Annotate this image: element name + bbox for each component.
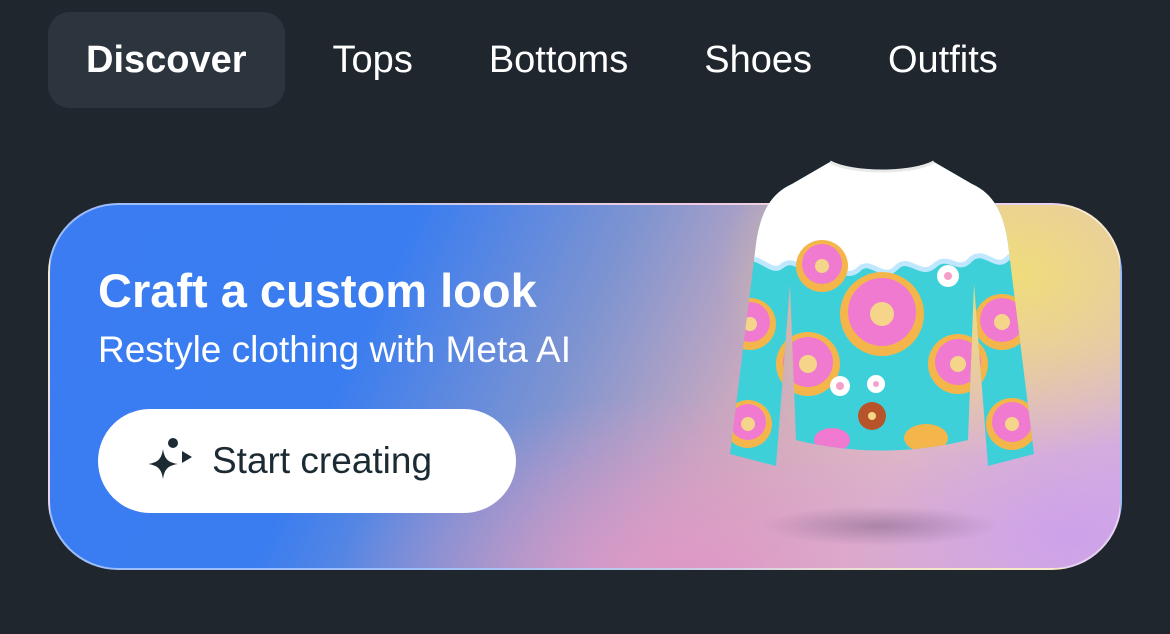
sweater-shadow <box>760 506 1000 546</box>
tab-discover[interactable]: Discover <box>48 12 285 108</box>
banner-subtitle: Restyle clothing with Meta AI <box>98 329 571 370</box>
banner-title: Craft a custom look <box>98 264 537 317</box>
tab-tops[interactable]: Tops <box>285 12 451 108</box>
sparkle-icon <box>146 437 194 485</box>
tab-bottoms[interactable]: Bottoms <box>451 12 666 108</box>
tab-shoes[interactable]: Shoes <box>666 12 850 108</box>
donut-sweater-image <box>730 160 1034 466</box>
tab-outfits[interactable]: Outfits <box>850 12 1036 108</box>
start-creating-button[interactable]: Start creating <box>98 409 516 513</box>
category-tabs: Discover Tops Bottoms Shoes Outfits <box>48 12 1036 108</box>
start-creating-label: Start creating <box>212 440 433 481</box>
